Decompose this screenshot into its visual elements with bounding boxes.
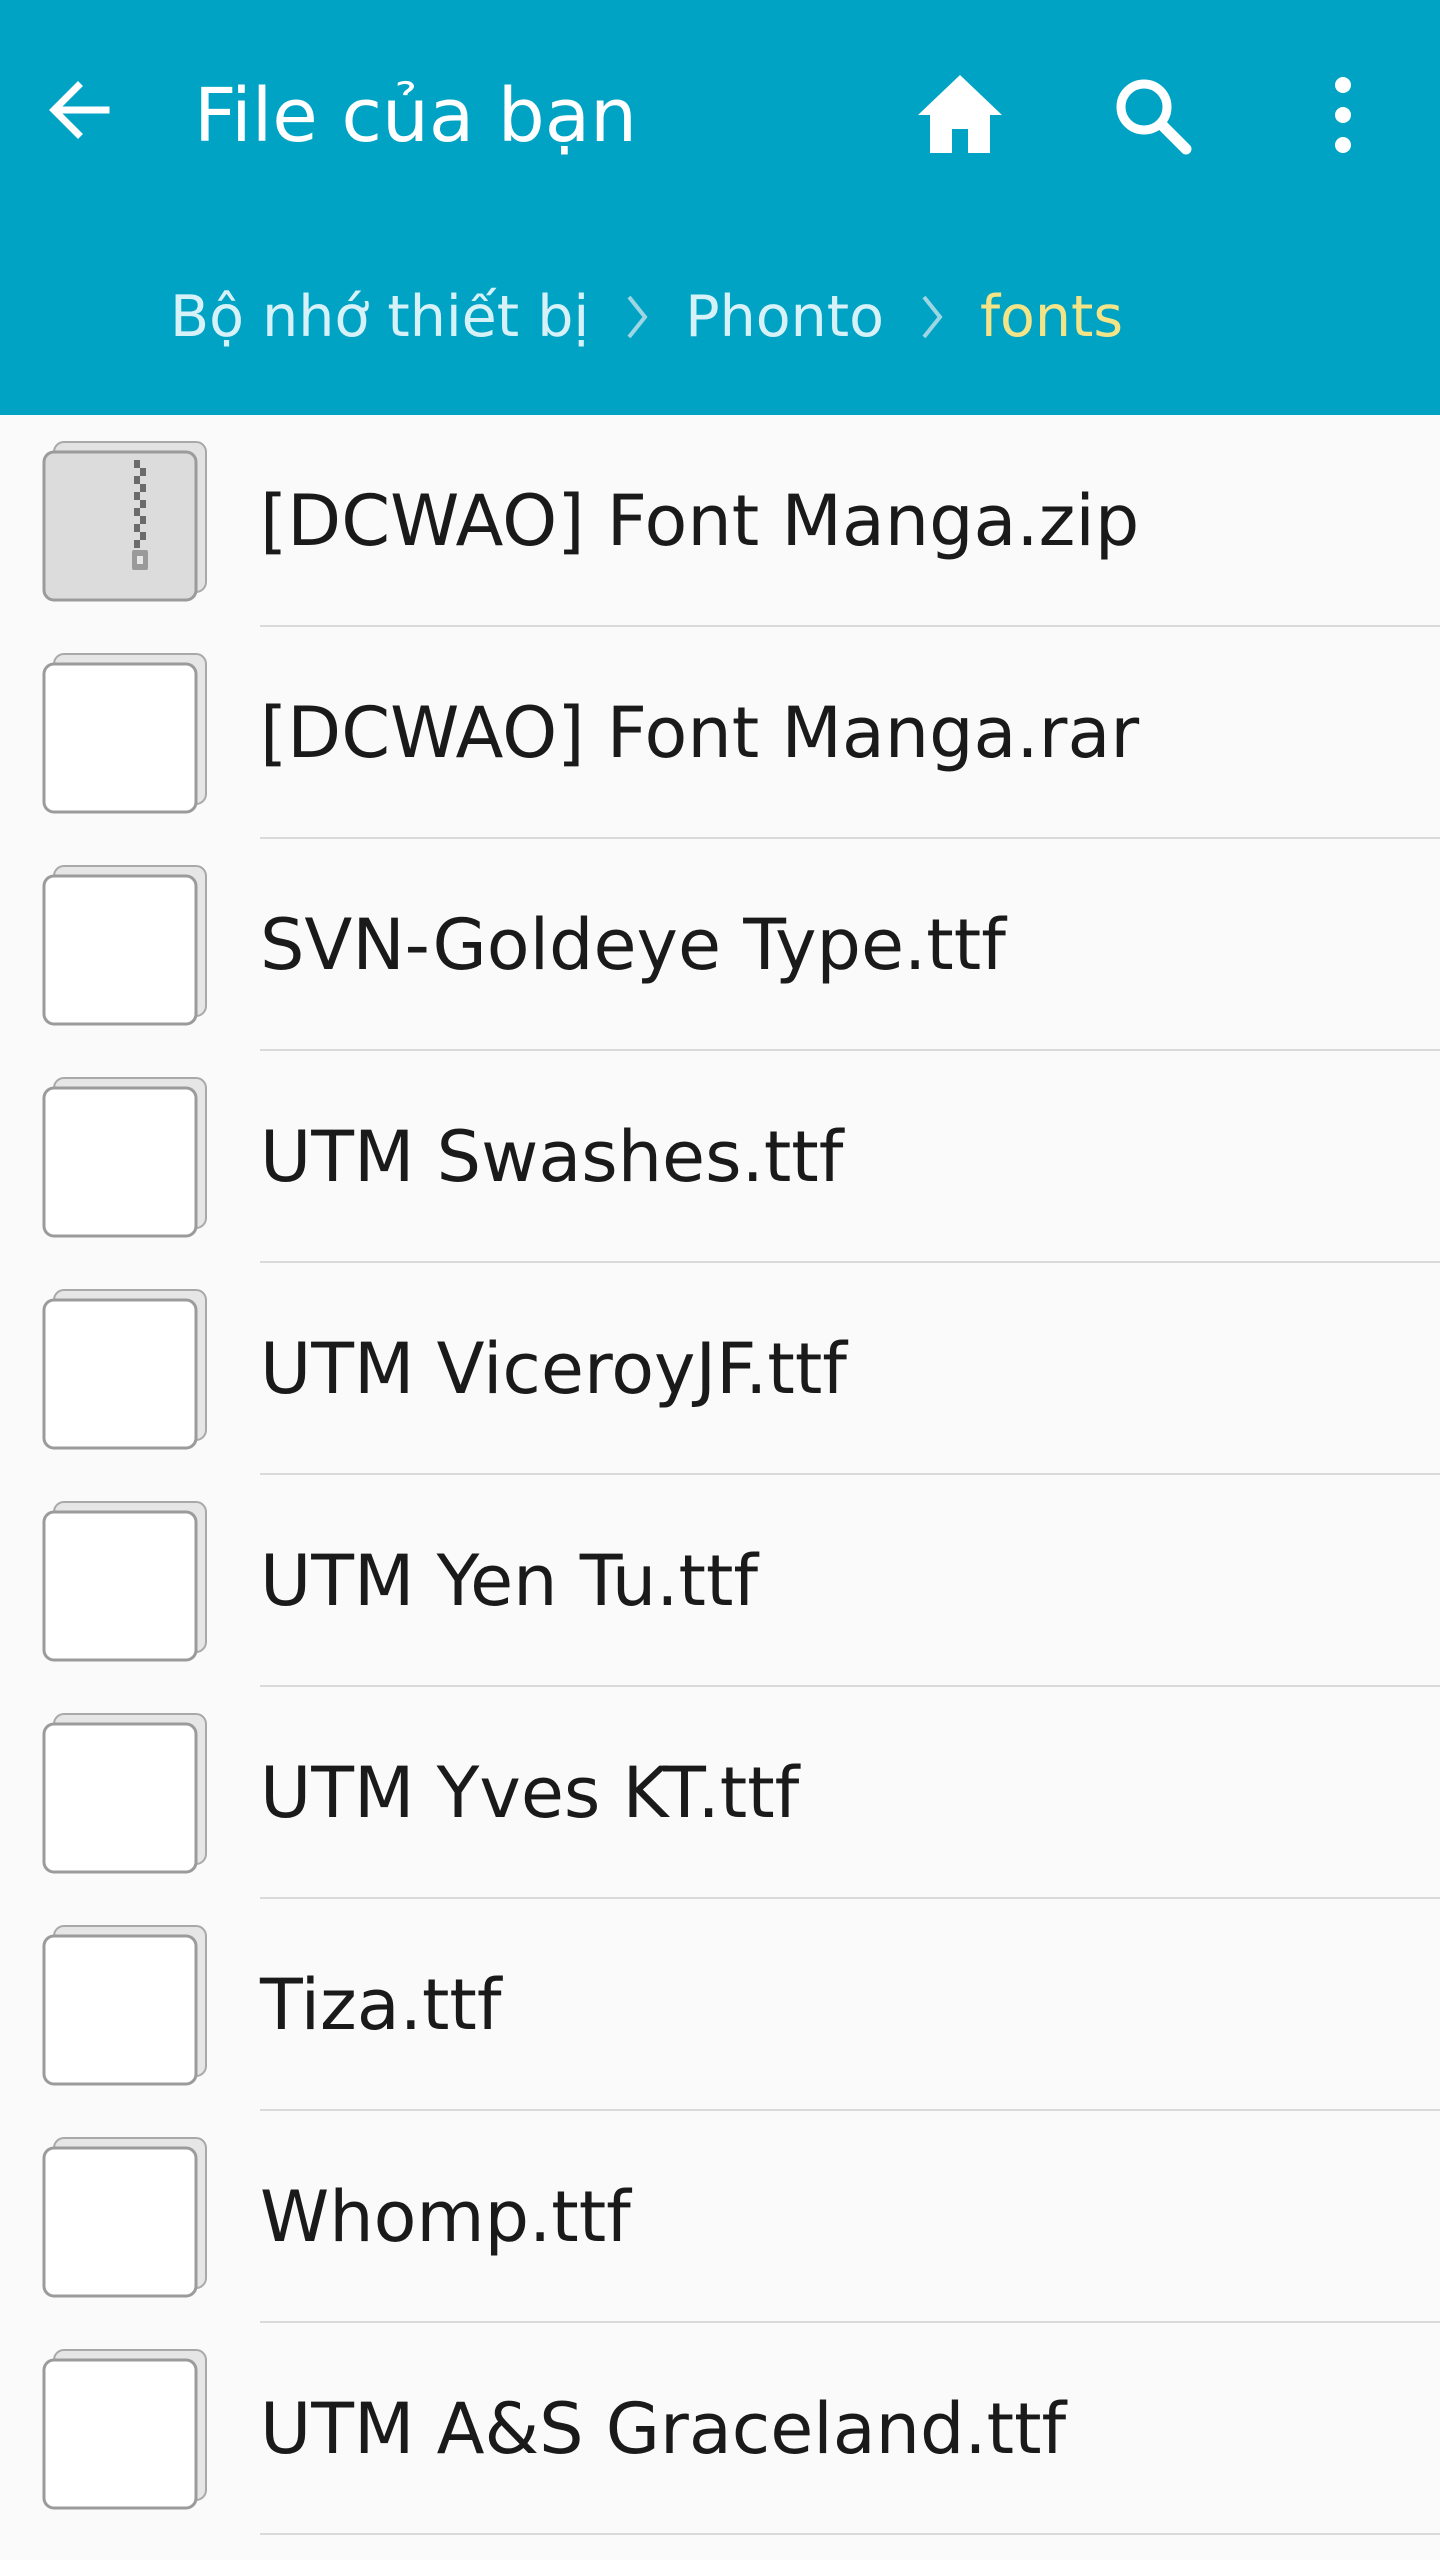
file-name: UTM ViceroyJF.ttf	[260, 1328, 847, 1410]
file-icon	[42, 1925, 207, 2086]
file-name: UTM Yves KT.ttf	[260, 1752, 800, 1834]
file-row[interactable]: UTM A&S Graceland.ttf	[0, 2323, 1440, 2535]
zip-file-icon	[42, 441, 207, 602]
file-name: [DCWAO] Font Manga.rar	[260, 692, 1140, 774]
home-button[interactable]	[905, 60, 1015, 170]
app-bar: File của bạn Bộ nhớ thiết bị Phonto font…	[0, 0, 1440, 415]
file-row[interactable]: UTM ViceroyJF.ttf	[0, 1263, 1440, 1475]
file-name: Tiza.ttf	[260, 1964, 502, 2046]
file-icon	[42, 1289, 207, 1450]
file-icon	[42, 2349, 207, 2510]
back-button[interactable]	[30, 60, 130, 160]
file-row[interactable]: [DCWAO] Font Manga.zip	[0, 415, 1440, 627]
file-icon	[42, 1713, 207, 1874]
file-name: SVN-Goldeye Type.ttf	[260, 904, 1006, 986]
file-icon	[42, 2137, 207, 2298]
search-button[interactable]	[1097, 60, 1207, 170]
file-name: UTM Swashes.ttf	[260, 1116, 844, 1198]
file-name: UTM Yen Tu.ttf	[260, 1540, 759, 1622]
more-vertical-icon	[1335, 77, 1351, 153]
file-row[interactable]: UTM Swashes.ttf	[0, 1051, 1440, 1263]
breadcrumb-item-fonts[interactable]: fonts	[980, 284, 1123, 350]
chevron-right-icon	[589, 272, 685, 362]
arrow-left-icon	[49, 81, 110, 139]
file-row[interactable]: [DCWAO] Font Manga.rar	[0, 627, 1440, 839]
file-name: [DCWAO] Font Manga.zip	[260, 480, 1140, 562]
file-row[interactable]: UTM Yves KT.ttf	[0, 1687, 1440, 1899]
search-icon	[1116, 79, 1192, 155]
file-row[interactable]: UTM Yen Tu.ttf	[0, 1475, 1440, 1687]
file-row[interactable]: SVN-Goldeye Type.ttf	[0, 839, 1440, 1051]
page-title: File của bạn	[194, 73, 638, 159]
file-icon	[42, 865, 207, 1026]
breadcrumb: Bộ nhớ thiết bị Phonto fonts	[170, 272, 1123, 362]
file-row[interactable]: Whomp.ttf	[0, 2111, 1440, 2323]
chevron-right-icon	[884, 272, 980, 362]
breadcrumb-item-phonto[interactable]: Phonto	[685, 284, 884, 350]
file-row[interactable]: Tiza.ttf	[0, 1899, 1440, 2111]
file-icon	[42, 653, 207, 814]
file-icon	[42, 1501, 207, 1662]
home-icon	[918, 75, 1002, 153]
divider	[260, 2533, 1440, 2535]
breadcrumb-item-device-storage[interactable]: Bộ nhớ thiết bị	[170, 284, 589, 350]
file-name: Whomp.ttf	[260, 2176, 631, 2258]
file-name: UTM A&S Graceland.ttf	[260, 2388, 1067, 2470]
more-options-button[interactable]	[1288, 60, 1398, 170]
file-icon	[42, 1077, 207, 1238]
file-list: [DCWAO] Font Manga.zip [DCWAO] Font Mang…	[0, 415, 1440, 2535]
